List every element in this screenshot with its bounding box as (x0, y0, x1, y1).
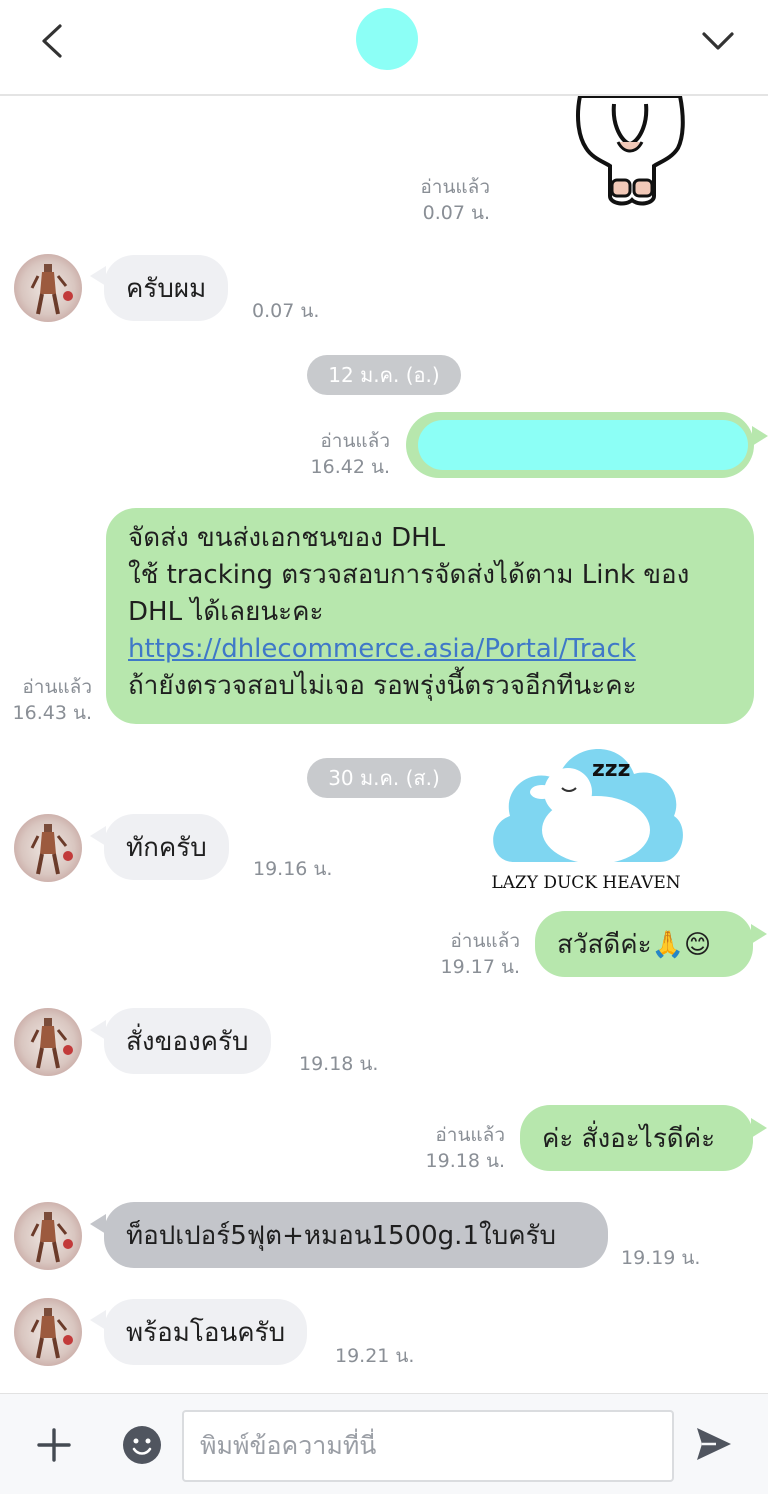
message-text: สวัสดีค่ะ🙏😊 (557, 930, 712, 960)
chevron-down-icon[interactable] (700, 26, 736, 56)
chat-header (0, 0, 768, 96)
message-text: ค่ะ สั่งอะไรดีค่ะ (542, 1124, 716, 1154)
message-time: 19.21 น. (335, 1345, 415, 1367)
message-time: 19.19 น. (621, 1247, 701, 1269)
date-separator: 30 ม.ค. (ส.) (307, 758, 461, 798)
message-text: พร้อมโอนครับ (126, 1318, 286, 1348)
message-bubble-incoming[interactable]: พร้อมโอนครับ (104, 1299, 308, 1365)
composer-bar: พิมพ์ข้อความที่นี่ (0, 1393, 768, 1494)
bubble-tail (752, 426, 768, 446)
read-receipt: อ่านแล้ว 16.42 น. (310, 430, 390, 478)
message-time: 19.18 น. (299, 1053, 379, 1075)
sender-avatar[interactable] (14, 1298, 82, 1366)
message-bubble-incoming[interactable]: ทักครับ (104, 814, 229, 880)
message-bubble-incoming[interactable]: สั่งของครับ (104, 1008, 271, 1074)
message-text: สั่งของครับ (126, 1027, 249, 1057)
message-text: DHL ได้เลยนะคะ (128, 597, 324, 627)
contact-avatar-redacted[interactable] (356, 8, 418, 70)
sheep-sticker (576, 96, 685, 206)
read-receipt: อ่านแล้ว 19.17 น. (440, 930, 520, 978)
message-bubble-outgoing[interactable]: จัดส่ง ขนส่งเอกชนของ DHL ใช้ tracking ตร… (106, 508, 754, 724)
message-text: ทักครับ (126, 833, 207, 863)
redacted-content (418, 420, 748, 470)
message-text: ท็อปเปอร์5ฟุต+หมอน1500g.1ใบครับ (126, 1221, 557, 1251)
date-separator: 12 ม.ค. (อ.) (307, 355, 461, 395)
bubble-tail (751, 924, 767, 944)
back-button[interactable] (36, 22, 70, 60)
message-time: 0.07 น. (252, 300, 320, 322)
sticker-caption: LAZY DUCK HEAVEN (491, 873, 680, 893)
plus-icon[interactable] (36, 1427, 72, 1463)
message-bubble-outgoing[interactable]: สวัสดีค่ะ🙏😊 (535, 911, 753, 977)
emoji-icon[interactable] (123, 1426, 161, 1464)
sender-avatar[interactable] (14, 1008, 82, 1076)
message-bubble-incoming[interactable]: ครับผม (104, 255, 229, 321)
sender-avatar[interactable] (14, 1202, 82, 1270)
message-text: ใช้ tracking ตรวจสอบการจัดส่งได้ตาม Link… (128, 560, 690, 590)
lazy-duck-sticker: zzz LAZY DUCK HEAVEN (491, 749, 683, 893)
message-input[interactable]: พิมพ์ข้อความที่นี่ (182, 1410, 674, 1482)
send-icon[interactable] (694, 1424, 734, 1464)
message-time: 19.16 น. (253, 858, 333, 880)
read-receipt: อ่านแล้ว 16.43 น. (12, 676, 92, 724)
bubble-tail (751, 1118, 767, 1138)
message-text: ครับผม (126, 274, 207, 304)
message-text: จัดส่ง ขนส่งเอกชนของ DHL (128, 523, 446, 553)
message-text: ถ้ายังตรวจสอบไม่เจอ รอพรุ่งนี้ตรวจอีกทีน… (128, 671, 637, 701)
sender-avatar[interactable] (14, 254, 82, 322)
message-bubble-incoming-selected[interactable]: ท็อปเปอร์5ฟุต+หมอน1500g.1ใบครับ (104, 1202, 608, 1268)
message-bubble-outgoing[interactable]: ค่ะ สั่งอะไรดีค่ะ (520, 1105, 753, 1171)
tracking-link[interactable]: https://dhlecommerce.asia/Portal/Track (128, 631, 732, 668)
read-receipt: อ่านแล้ว 19.18 น. (425, 1124, 505, 1172)
read-receipt: อ่านแล้ว 0.07 น. (420, 176, 490, 224)
message-list[interactable]: อ่านแล้ว 0.07 น. ครับผม 0.07 น. 12 ม.ค. … (0, 96, 768, 1392)
sticker-zzz: zzz (592, 757, 630, 782)
sender-avatar[interactable] (14, 814, 82, 882)
